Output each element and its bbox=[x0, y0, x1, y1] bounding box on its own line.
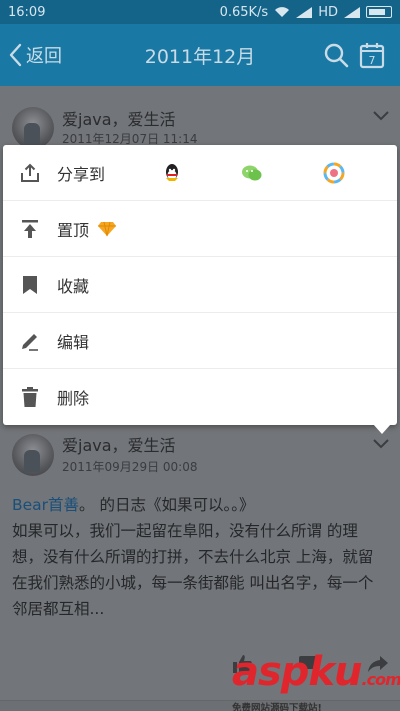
like-icon[interactable] bbox=[230, 652, 254, 676]
chevron-down-icon[interactable] bbox=[372, 110, 390, 122]
menu-item-favorite[interactable]: 收藏 bbox=[3, 257, 397, 313]
menu-label: 分享到 bbox=[57, 164, 106, 184]
menu-label: 编辑 bbox=[57, 332, 90, 352]
shared-user-link[interactable]: Bear首善 bbox=[12, 496, 79, 514]
menu-label: 删除 bbox=[57, 389, 90, 408]
status-bar: 16:09 0.65K/s HD bbox=[0, 0, 400, 24]
avatar[interactable] bbox=[12, 434, 54, 476]
trash-icon bbox=[22, 387, 38, 407]
wifi-icon bbox=[275, 6, 290, 17]
menu-item-pin[interactable]: 置顶 bbox=[3, 201, 397, 257]
app-bar: 返回 2011年12月 7 bbox=[0, 24, 400, 86]
post-body[interactable]: Bear首善。 的日志《如果可以。。》 如果可以，我们一起留在阜阳，没有什么所谓… bbox=[12, 492, 388, 622]
calendar-button[interactable]: 7 bbox=[358, 41, 386, 69]
menu-label: 置顶 bbox=[57, 220, 90, 240]
chevron-down-icon[interactable] bbox=[372, 438, 390, 450]
diamond-icon bbox=[98, 221, 117, 236]
menu-label: 收藏 bbox=[57, 276, 90, 296]
post-options-menu: 分享到 置顶 收藏 编辑 删除 bbox=[3, 145, 397, 434]
post-author[interactable]: 爱java，爱生活 bbox=[62, 432, 176, 456]
pin-top-icon bbox=[22, 219, 38, 238]
shared-suffix: 。 的日志《如果可以。。》 bbox=[79, 496, 255, 514]
calendar-day: 7 bbox=[369, 54, 376, 67]
avatar[interactable] bbox=[12, 107, 54, 149]
chevron-left-icon bbox=[9, 43, 22, 67]
network-type: HD bbox=[318, 4, 338, 20]
menu-item-edit[interactable]: 编辑 bbox=[3, 313, 397, 369]
signal-icon bbox=[296, 6, 313, 18]
back-button[interactable]: 返回 bbox=[0, 42, 62, 68]
edit-icon bbox=[22, 333, 38, 351]
menu-item-share[interactable]: 分享到 bbox=[3, 145, 397, 201]
shared-line: Bear首善。 的日志《如果可以。。》 bbox=[12, 492, 388, 518]
menu-item-delete[interactable]: 删除 bbox=[3, 369, 397, 425]
status-time: 16:09 bbox=[8, 4, 46, 20]
post-time: 2011年09月29日 00:08 bbox=[62, 460, 198, 474]
post-author[interactable]: 爱java，爱生活 bbox=[62, 106, 176, 130]
comment-icon[interactable] bbox=[296, 652, 320, 676]
bookmark-icon bbox=[23, 275, 37, 294]
calendar-icon: 7 bbox=[359, 43, 385, 69]
search-icon[interactable] bbox=[322, 41, 350, 69]
signal-icon-2 bbox=[344, 6, 360, 18]
back-label: 返回 bbox=[26, 46, 62, 67]
forward-icon[interactable] bbox=[366, 652, 390, 676]
qq-icon[interactable] bbox=[161, 162, 183, 184]
comment-input[interactable] bbox=[0, 700, 400, 711]
post-action-bar bbox=[0, 644, 400, 694]
wechat-icon[interactable] bbox=[241, 162, 263, 184]
battery-icon bbox=[366, 6, 392, 18]
share-icon bbox=[21, 163, 39, 182]
net-speed: 0.65K/s bbox=[219, 4, 269, 20]
moments-icon[interactable] bbox=[323, 162, 345, 184]
post-text: 如果可以，我们一起留在阜阳，没有什么所谓 的理想，没有什么所谓的打拼，不去什么北… bbox=[12, 522, 374, 618]
